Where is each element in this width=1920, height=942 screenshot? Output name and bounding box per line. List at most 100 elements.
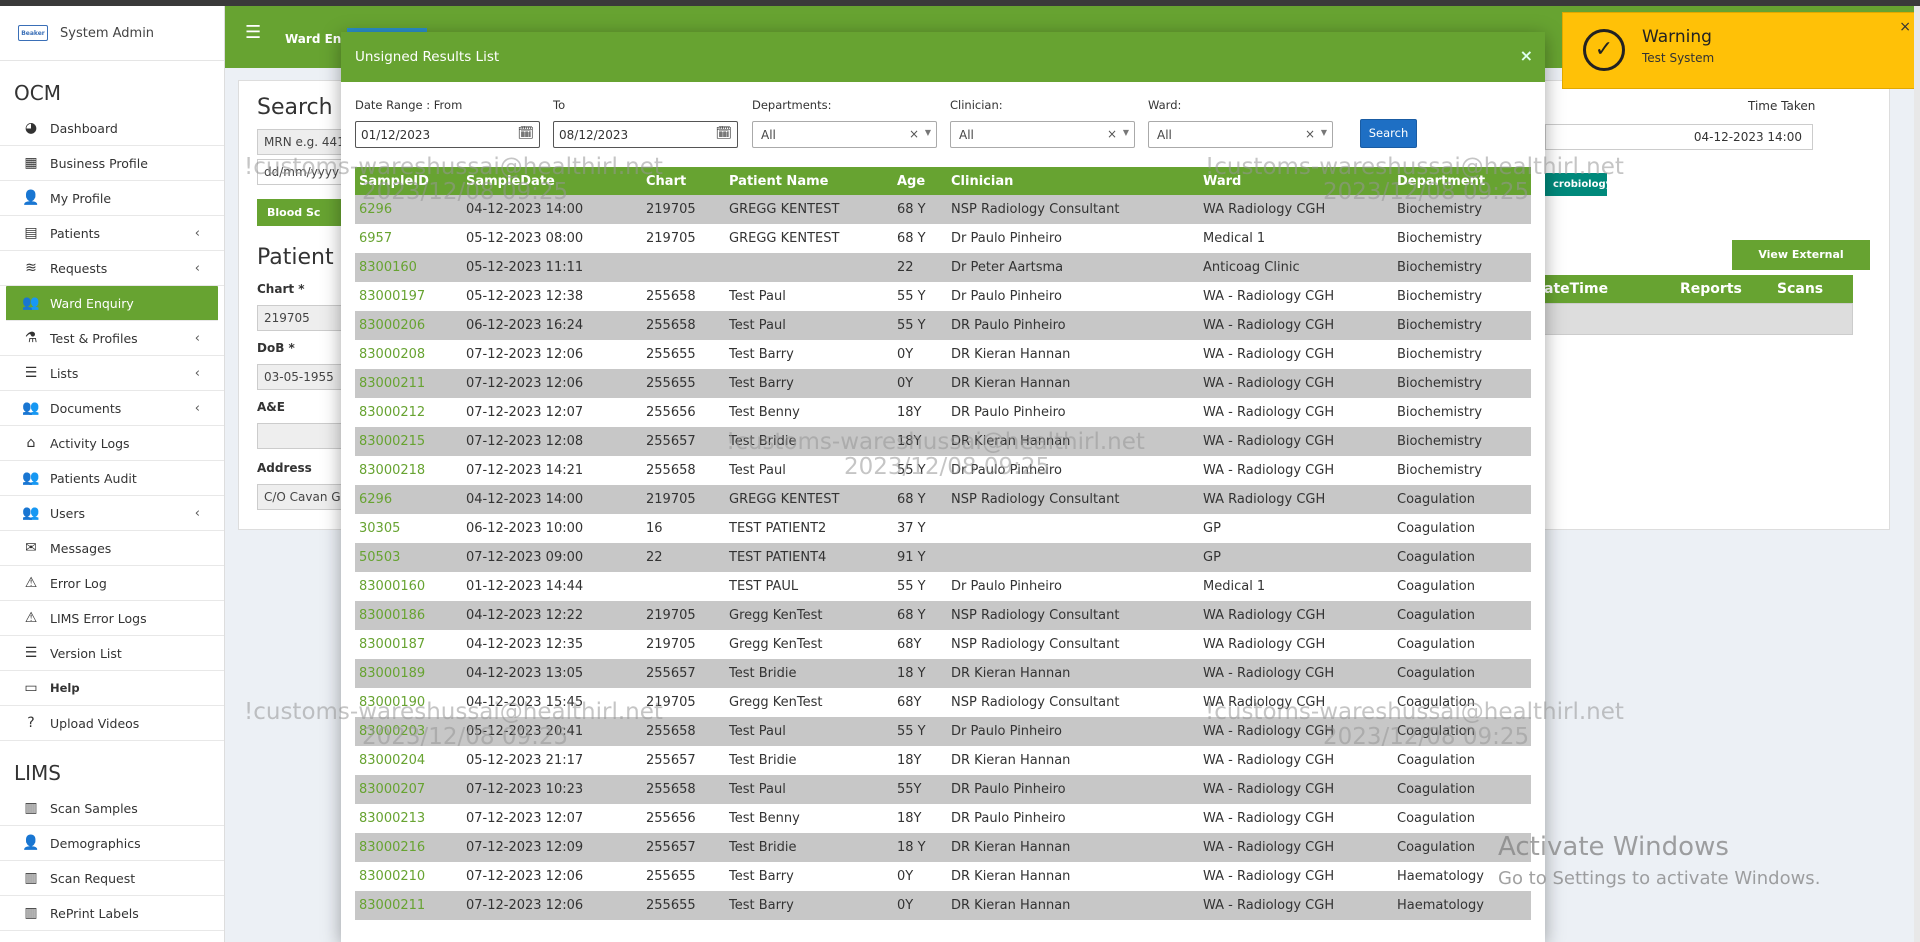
table-row[interactable]: 30305 06-12-2023 10:00 16 TEST PATIENT2 37 Y… <box>355 514 1531 543</box>
dob-field[interactable]: 03-05-1955 <box>257 364 347 390</box>
sidebar-item-users[interactable]: 👥 Users ‹ <box>0 496 224 531</box>
sample-id-cell[interactable]: 83000216 <box>355 833 462 862</box>
modal-close-button[interactable]: × <box>1520 46 1533 65</box>
table-row[interactable]: 83000215 07-12-2023 12:08 255657 Test Bridi… <box>355 427 1531 456</box>
sample-id-cell[interactable]: 30305 <box>355 514 462 543</box>
sample-id-cell[interactable]: 83000190 <box>355 688 462 717</box>
table-row[interactable]: 83000186 04-12-2023 12:22 219705 Gregg KenT… <box>355 601 1531 630</box>
sidebar-item-test-profiles[interactable]: ⚗ Test & Profiles ‹ <box>0 321 224 356</box>
sample-id-cell[interactable]: 83000215 <box>355 427 462 456</box>
sidebar-item-demographics[interactable]: 👤 Demographics <box>0 826 224 861</box>
ae-field[interactable] <box>257 423 347 449</box>
current-user-name[interactable]: System Admin <box>60 26 154 41</box>
sidebar-item-lims-error-logs[interactable]: ⚠ LIMS Error Logs <box>0 601 224 636</box>
sidebar-item-my-profile[interactable]: 👤 My Profile <box>0 181 224 216</box>
table-row[interactable]: 83000211 07-12-2023 12:06 255655 Test Barry… <box>355 891 1531 920</box>
chart-field[interactable]: 219705 <box>257 305 347 331</box>
table-row[interactable]: 83000187 04-12-2023 12:35 219705 Gregg KenT… <box>355 630 1531 659</box>
sample-id-cell[interactable]: 83000210 <box>355 862 462 891</box>
sidebar-item-documents[interactable]: 👥 Documents ‹ <box>0 391 224 426</box>
sidebar-item-upload-videos[interactable]: ? Upload Videos <box>0 706 224 741</box>
sidebar-item-patients[interactable]: ▤ Patients ‹ <box>0 216 224 251</box>
table-row[interactable]: 83000189 04-12-2023 13:05 255657 Test Bridi… <box>355 659 1531 688</box>
clear-icon[interactable]: × <box>1107 127 1117 141</box>
departments-select[interactable]: All × ▼ <box>752 121 937 148</box>
sidebar-item-patients-audit[interactable]: 👥 Patients Audit <box>0 461 224 496</box>
microbiology-button[interactable]: crobiology <box>1545 173 1607 196</box>
ward-select[interactable]: All × ▼ <box>1148 121 1333 148</box>
sample-id-cell[interactable]: 83000160 <box>355 572 462 601</box>
sidebar-item-version-list[interactable]: ☰ Version List <box>0 636 224 671</box>
table-row[interactable]: 83000210 07-12-2023 12:06 255655 Test Barry… <box>355 862 1531 891</box>
sample-id-cell[interactable]: 83000197 <box>355 282 462 311</box>
sidebar-item-reprint-labels[interactable]: ▥ RePrint Labels <box>0 896 224 931</box>
table-row[interactable]: 83000197 05-12-2023 12:38 255658 Test Paul 5… <box>355 282 1531 311</box>
dropdown-arrow-icon[interactable]: ▼ <box>1321 128 1327 137</box>
sidebar-item-lists[interactable]: ☰ Lists ‹ <box>0 356 224 391</box>
sidebar-item-scan-samples[interactable]: ▥ Scan Samples <box>0 791 224 826</box>
sample-id-cell[interactable]: 83000203 <box>355 717 462 746</box>
clear-icon[interactable]: × <box>909 127 919 141</box>
date-to-input[interactable]: 08/12/2023 🗓 <box>553 121 738 148</box>
sample-id-cell[interactable]: 83000208 <box>355 340 462 369</box>
calendar-icon[interactable]: 🗓 <box>715 126 732 141</box>
sample-id-cell[interactable]: 83000189 <box>355 659 462 688</box>
clinician-select[interactable]: All × ▼ <box>950 121 1135 148</box>
table-row[interactable]: 50503 07-12-2023 09:00 22 TEST PATIENT4 91 Y… <box>355 543 1531 572</box>
column-header-ward[interactable]: Ward <box>1199 167 1393 195</box>
page-scrollbar[interactable] <box>1914 6 1920 942</box>
sample-id-cell[interactable]: 83000212 <box>355 398 462 427</box>
table-row[interactable]: 83000208 07-12-2023 12:06 255655 Test Barry… <box>355 340 1531 369</box>
sample-id-cell[interactable]: 83000186 <box>355 601 462 630</box>
address-field[interactable]: C/O Cavan Gen <box>257 484 347 510</box>
sidebar-item-ward-enquiry[interactable]: 👥 Ward Enquiry <box>6 286 218 321</box>
search-button[interactable]: Search <box>1360 119 1417 148</box>
sample-id-cell[interactable]: 8300160 <box>355 253 462 282</box>
table-row[interactable]: 83000190 04-12-2023 15:45 219705 Gregg KenT… <box>355 688 1531 717</box>
column-header-age[interactable]: Age <box>893 167 947 195</box>
sidebar-item-requests[interactable]: ≋ Requests ‹ <box>0 251 224 286</box>
sample-id-cell[interactable]: 83000206 <box>355 311 462 340</box>
sample-id-cell[interactable]: 83000204 <box>355 746 462 775</box>
table-row[interactable]: 83000203 05-12-2023 20:41 255658 Test Paul 5… <box>355 717 1531 746</box>
sample-id-cell[interactable]: 50503 <box>355 543 462 572</box>
column-header-patient-name[interactable]: Patient Name <box>725 167 893 195</box>
table-row[interactable]: 83000213 07-12-2023 12:07 255656 Test Benny… <box>355 804 1531 833</box>
dropdown-arrow-icon[interactable]: ▼ <box>1123 128 1129 137</box>
sidebar-item-logout[interactable]: ↪Logout <box>0 931 224 942</box>
table-row[interactable]: 83000160 01-12-2023 14:44 TEST PAUL 55 Y Dr … <box>355 572 1531 601</box>
sidebar-item-help[interactable]: ▭ Help <box>0 671 224 706</box>
table-row[interactable]: 83000216 07-12-2023 12:09 255657 Test Bridi… <box>355 833 1531 862</box>
sidebar-item-scan-request[interactable]: ▥ Scan Request <box>0 861 224 896</box>
blood-science-button[interactable]: Blood Sc <box>257 199 347 226</box>
sidebar-item-business-profile[interactable]: ▦ Business Profile <box>0 146 224 181</box>
sidebar-item-dashboard[interactable]: ◕ Dashboard <box>0 111 224 146</box>
sample-id-cell[interactable]: 83000187 <box>355 630 462 659</box>
date-from-input[interactable]: 01/12/2023 🗓 <box>355 121 540 148</box>
sample-id-cell[interactable]: 6296 <box>355 485 462 514</box>
sample-id-cell[interactable]: 83000211 <box>355 891 462 920</box>
table-row[interactable]: 83000211 07-12-2023 12:06 255655 Test Barry… <box>355 369 1531 398</box>
sample-id-cell[interactable]: 6296 <box>355 195 462 224</box>
column-header-chart[interactable]: Chart <box>642 167 725 195</box>
sidebar-item-activity-logs[interactable]: ⌂ Activity Logs <box>0 426 224 461</box>
column-header-clinician[interactable]: Clinician <box>947 167 1199 195</box>
dob-search-input[interactable]: dd/mm/yyyy <box>257 159 347 185</box>
column-header-sampledate[interactable]: SampleDate <box>462 167 642 195</box>
calendar-icon[interactable]: 🗓 <box>517 126 534 141</box>
dropdown-arrow-icon[interactable]: ▼ <box>925 128 931 137</box>
table-row[interactable]: 83000218 07-12-2023 14:21 255658 Test Paul 5… <box>355 456 1531 485</box>
sample-id-cell[interactable]: 83000211 <box>355 369 462 398</box>
table-row[interactable]: 83000204 05-12-2023 21:17 255657 Test Bridi… <box>355 746 1531 775</box>
table-row[interactable]: 83000207 07-12-2023 10:23 255658 Test Paul 5… <box>355 775 1531 804</box>
mrn-input[interactable]: MRN e.g. 441 <box>257 129 347 155</box>
view-external-requests-button[interactable]: View External Requests <box>1732 240 1870 291</box>
time-taken-field[interactable]: 04-12-2023 14:00 <box>1545 124 1813 150</box>
column-header-sampleid[interactable]: SampleID <box>355 167 462 195</box>
table-row[interactable]: 6296 04-12-2023 14:00 219705 GREGG KENTEST 6… <box>355 195 1531 224</box>
sample-id-cell[interactable]: 83000213 <box>355 804 462 833</box>
table-row[interactable]: 83000212 07-12-2023 12:07 255656 Test Benny… <box>355 398 1531 427</box>
sample-id-cell[interactable]: 83000207 <box>355 775 462 804</box>
table-row[interactable]: 8300160 05-12-2023 11:11 22 Dr Peter Aartsm… <box>355 253 1531 282</box>
sidebar-item-error-log[interactable]: ⚠ Error Log <box>0 566 224 601</box>
